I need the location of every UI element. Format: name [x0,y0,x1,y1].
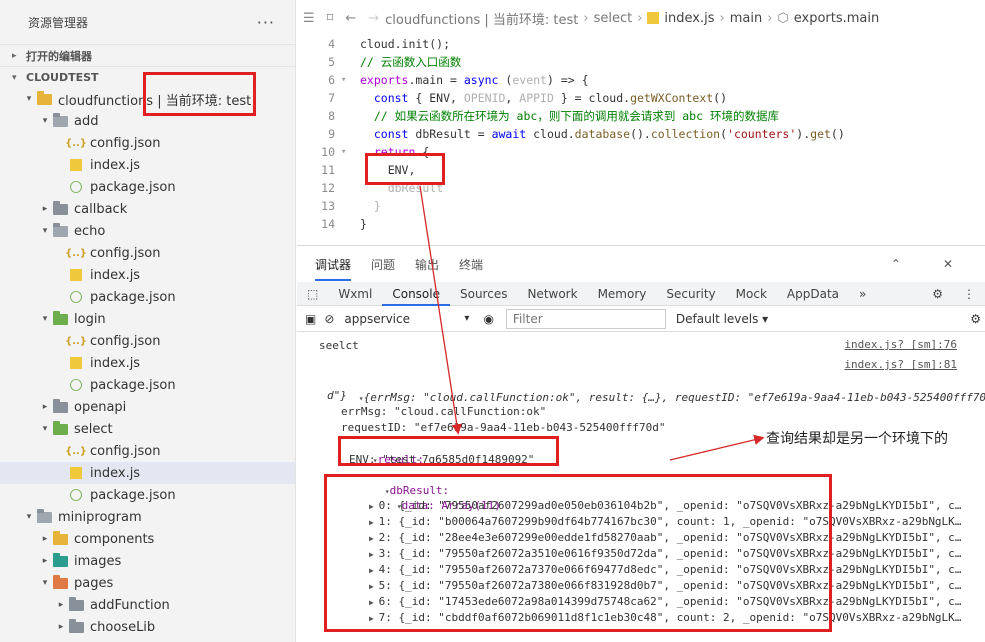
arrow-note [669,434,765,461]
annotation-note: 查询结果却是另一个环境下的 [766,431,948,447]
annotation-arrows [419,185,765,461]
arrow-code-to-result [419,185,462,435]
